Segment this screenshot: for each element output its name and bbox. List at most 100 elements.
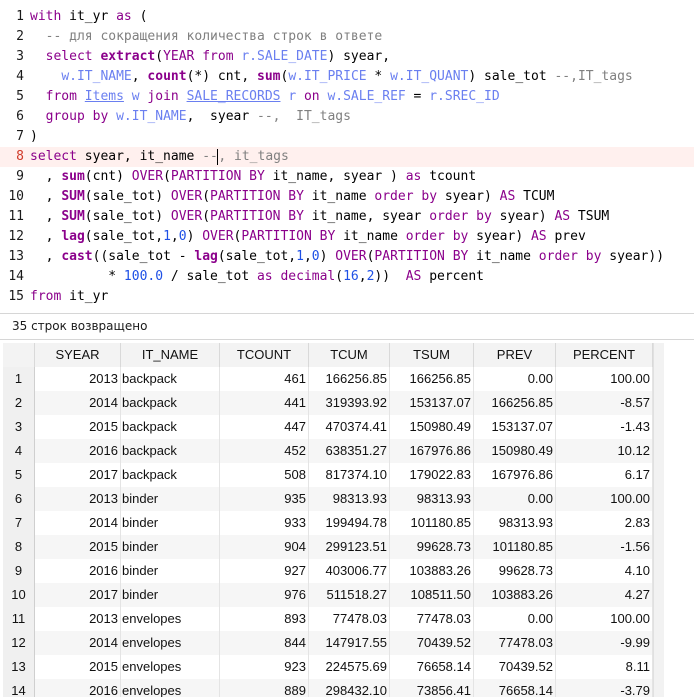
row-number[interactable]: 9 [3,559,35,583]
row-number[interactable]: 1 [3,367,35,391]
cell-prev[interactable]: 166256.85 [474,391,556,415]
code-line[interactable]: 4 w.IT_NAME, count(*) cnt, sum(w.IT_PRIC… [0,67,694,87]
cell-syear[interactable]: 2013 [35,607,121,631]
column-header-it_name[interactable]: IT_NAME [121,343,220,367]
table-row[interactable]: 9 2016 binder 927 403006.77 103883.26 99628.73… [3,559,653,584]
cell-syear[interactable]: 2017 [35,463,121,487]
column-header-tcum[interactable]: TCUM [309,343,390,367]
row-number[interactable]: 3 [3,415,35,439]
cell-percent[interactable]: -1.56 [556,535,653,559]
cell-percent[interactable]: 6.17 [556,463,653,487]
column-header-tsum[interactable]: TSUM [390,343,474,367]
cell-tcount[interactable]: 889 [220,679,309,697]
table-row[interactable]: 2 2014 backpack 441 319393.92 153137.07 166256… [3,391,653,416]
cell-tcum[interactable]: 199494.78 [309,511,390,535]
column-header-tcount[interactable]: TCOUNT [220,343,309,367]
column-header-percent[interactable]: PERCENT [556,343,653,367]
row-number[interactable]: 5 [3,463,35,487]
cell-it_name[interactable]: binder [121,487,220,511]
cell-it_name[interactable]: envelopes [121,655,220,679]
column-header-prev[interactable]: PREV [474,343,556,367]
cell-prev[interactable]: 70439.52 [474,655,556,679]
cell-prev[interactable]: 167976.86 [474,463,556,487]
cell-tsum[interactable]: 73856.41 [390,679,474,697]
cell-percent[interactable]: -1.43 [556,415,653,439]
code-line[interactable]: 12 , lag(sale_tot,1,0) OVER(PARTITION BY… [0,227,694,247]
table-row[interactable]: 1 2013 backpack 461 166256.85 166256.85 0.00 10… [3,367,653,392]
cell-syear[interactable]: 2015 [35,415,121,439]
cell-prev[interactable]: 98313.93 [474,511,556,535]
cell-prev[interactable]: 77478.03 [474,631,556,655]
cell-tcount[interactable]: 893 [220,607,309,631]
cell-syear[interactable]: 2014 [35,631,121,655]
cell-it_name[interactable]: envelopes [121,607,220,631]
cell-tsum[interactable]: 101180.85 [390,511,474,535]
cell-percent[interactable]: 100.00 [556,607,653,631]
cell-tcount[interactable]: 452 [220,439,309,463]
cell-it_name[interactable]: envelopes [121,679,220,697]
cell-tsum[interactable]: 98313.93 [390,487,474,511]
code-line[interactable]: 9 , sum(cnt) OVER(PARTITION BY it_name, … [0,167,694,187]
row-number[interactable]: 10 [3,583,35,607]
row-number[interactable]: 14 [3,679,35,697]
cell-tcum[interactable]: 638351.27 [309,439,390,463]
row-number[interactable]: 12 [3,631,35,655]
cell-prev[interactable]: 0.00 [474,487,556,511]
table-row[interactable]: 3 2015 backpack 447 470374.41 150980.49 153137… [3,415,653,440]
table-row[interactable]: 12 2014 envelopes 844 147917.55 70439.52 77478… [3,631,653,656]
table-row[interactable]: 7 2014 binder 933 199494.78 101180.85 98313.93… [3,511,653,536]
table-row[interactable]: 6 2013 binder 935 98313.93 98313.93 0.00 100.00 [3,487,653,512]
cell-tcum[interactable]: 98313.93 [309,487,390,511]
cell-syear[interactable]: 2014 [35,511,121,535]
cell-it_name[interactable]: binder [121,583,220,607]
cell-tcount[interactable]: 923 [220,655,309,679]
row-number-header[interactable] [3,343,35,367]
code-line[interactable]: 1 with it_yr as ( [0,7,694,27]
cell-tcum[interactable]: 511518.27 [309,583,390,607]
cell-tcum[interactable]: 403006.77 [309,559,390,583]
row-number[interactable]: 6 [3,487,35,511]
cell-prev[interactable]: 99628.73 [474,559,556,583]
table-row[interactable]: 14 2016 envelopes 889 298432.10 73856.41 76658… [3,679,653,697]
table-row[interactable]: 8 2015 binder 904 299123.51 99628.73 101180.85… [3,535,653,560]
cell-syear[interactable]: 2016 [35,679,121,697]
code-line[interactable]: 8 select syear, it_name --, it_tags [0,147,694,167]
table-row[interactable]: 10 2017 binder 976 511518.27 108511.50 103883.… [3,583,653,608]
column-header-syear[interactable]: SYEAR [35,343,121,367]
cell-it_name[interactable]: binder [121,511,220,535]
code-line[interactable]: 13 , cast((sale_tot - lag(sale_tot,1,0) … [0,247,694,267]
results-grid[interactable]: SYEAR IT_NAME TCOUNT TCUM TSUM PREV PERCENT 1 20… [3,343,653,697]
cell-tcount[interactable]: 935 [220,487,309,511]
cell-prev[interactable]: 76658.14 [474,679,556,697]
code-line[interactable]: 3 select extract(YEAR from r.SALE_DATE) … [0,47,694,67]
cell-syear[interactable]: 2016 [35,559,121,583]
cell-percent[interactable]: -3.79 [556,679,653,697]
cell-tcum[interactable]: 470374.41 [309,415,390,439]
code-line[interactable]: 10 , SUM(sale_tot) OVER(PARTITION BY it_… [0,187,694,207]
cell-prev[interactable]: 0.00 [474,607,556,631]
vertical-scrollbar[interactable] [653,343,664,697]
cell-tcount[interactable]: 461 [220,367,309,391]
code-line[interactable]: 15 from it_yr [0,287,694,307]
cell-it_name[interactable]: backpack [121,463,220,487]
cell-tcum[interactable]: 147917.55 [309,631,390,655]
table-row[interactable]: 11 2013 envelopes 893 77478.03 77478.03 0.00 10… [3,607,653,632]
cell-tcum[interactable]: 817374.10 [309,463,390,487]
cell-tcount[interactable]: 927 [220,559,309,583]
cell-it_name[interactable]: backpack [121,391,220,415]
code-line[interactable]: 2 -- для сокращения количества строк в о… [0,27,694,47]
cell-percent[interactable]: 100.00 [556,367,653,391]
table-row[interactable]: 4 2016 backpack 452 638351.27 167976.86 150980… [3,439,653,464]
code-line[interactable]: 5 from Items w join SALE_RECORDS r on w.… [0,87,694,107]
cell-it_name[interactable]: backpack [121,415,220,439]
sql-editor[interactable]: 1 with it_yr as (2 -- для сокращения коли… [0,0,694,307]
cell-tcount[interactable]: 904 [220,535,309,559]
table-row[interactable]: 5 2017 backpack 508 817374.10 179022.83 167976… [3,463,653,488]
cell-syear[interactable]: 2013 [35,367,121,391]
cell-tcum[interactable]: 319393.92 [309,391,390,415]
cell-tsum[interactable]: 150980.49 [390,415,474,439]
cell-percent[interactable]: -8.57 [556,391,653,415]
cell-tcount[interactable]: 844 [220,631,309,655]
cell-syear[interactable]: 2014 [35,391,121,415]
cell-percent[interactable]: -9.99 [556,631,653,655]
